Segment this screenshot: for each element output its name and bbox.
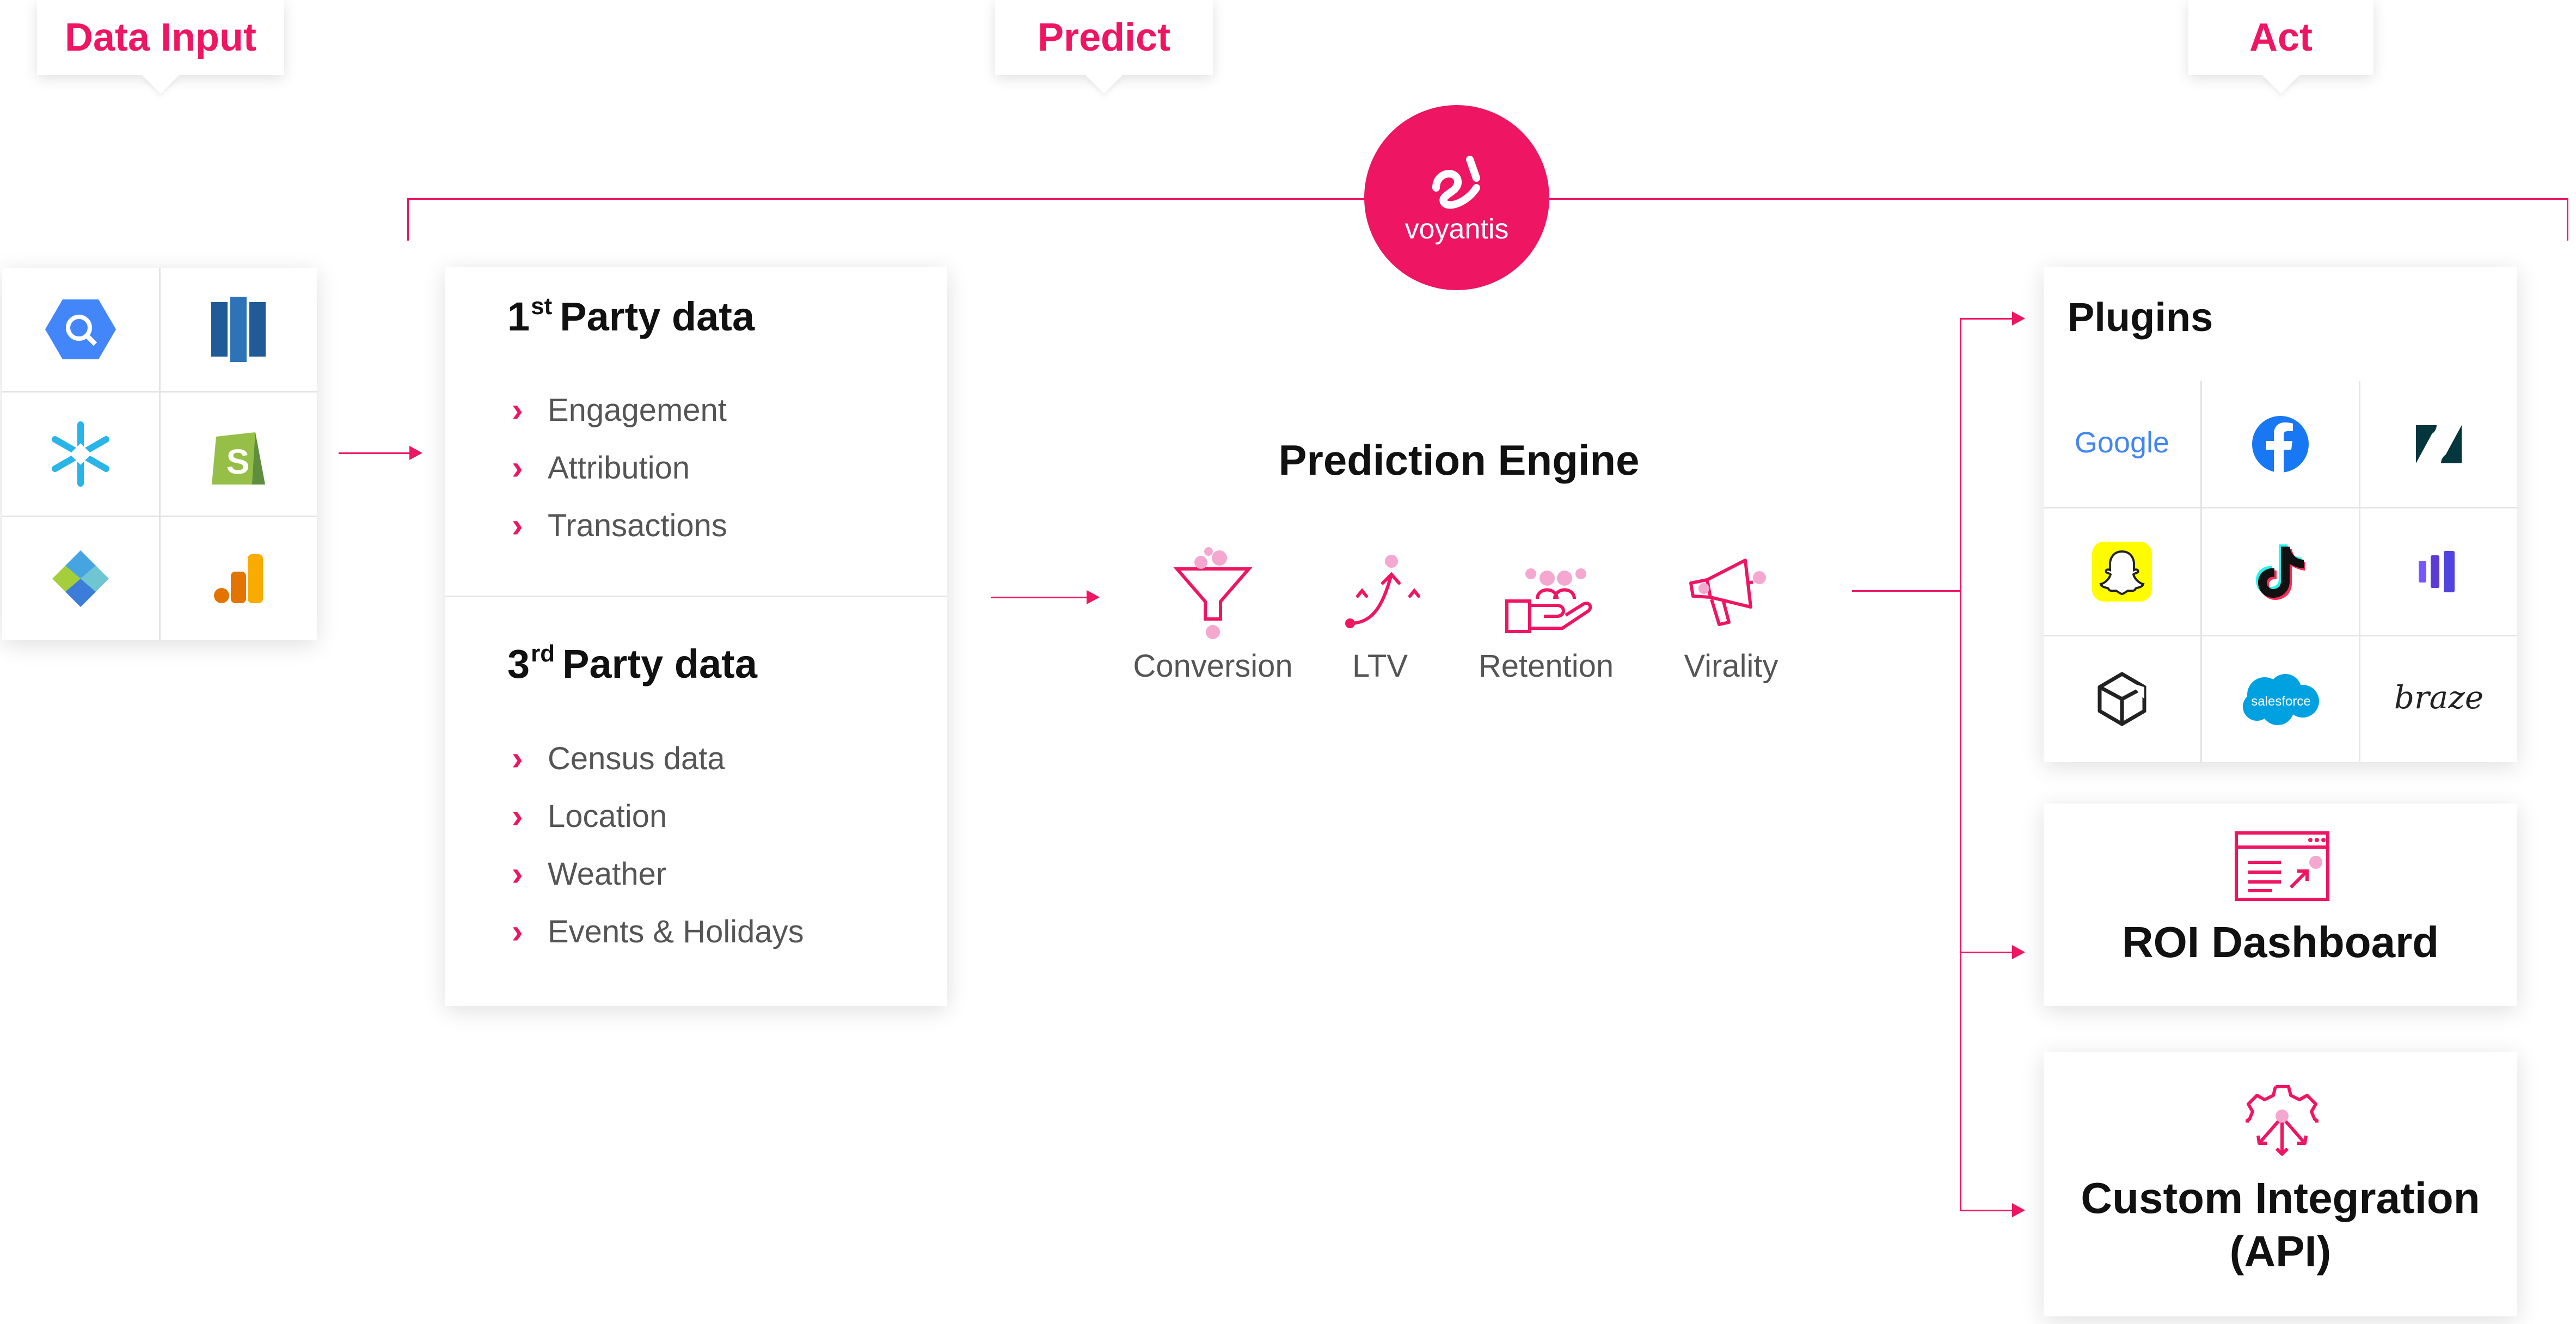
roi-dashboard-title: ROI Dashboard — [2121, 918, 2439, 966]
roi-dashboard-card: ROI Dashboard — [2044, 804, 2517, 1006]
stage-act-text: Act — [2249, 16, 2313, 59]
chevron-right-icon: › — [512, 449, 523, 487]
custom-integration-line2: (API) — [2229, 1227, 2332, 1276]
chevron-right-icon: › — [512, 912, 523, 951]
list-item: › Census data — [512, 730, 804, 787]
list-item-label: Census data — [548, 740, 725, 776]
custom-integration-card: Custom Integration (API) — [2044, 1052, 2517, 1316]
list-item: › Engagement — [512, 381, 727, 439]
list-item-label: Location — [548, 798, 667, 834]
mixpanel-icon — [2360, 508, 2517, 635]
redshift-icon — [160, 268, 317, 391]
prediction-engine-title: Prediction Engine — [1278, 436, 1640, 484]
stage-data-input-text: Data Input — [65, 16, 256, 59]
arrowhead-to-plugins — [2012, 311, 2025, 326]
chevron-right-icon: › — [512, 739, 523, 777]
first-party-sup: st — [531, 293, 553, 320]
snowflake-icon — [2, 393, 159, 516]
unity-icon — [2044, 636, 2200, 762]
list-item-label: Transactions — [548, 507, 727, 543]
voyantis-logo-text: voyantis — [1404, 213, 1509, 245]
chevron-right-icon: › — [512, 797, 523, 835]
branch-to-custom — [1960, 1210, 2014, 1211]
third-party-title: Party data — [562, 641, 757, 686]
arrow-input-to-party — [339, 452, 412, 454]
third-party-heading: 3rd Party data — [507, 640, 757, 687]
list-item: › Attribution — [512, 439, 727, 497]
top-bracket-right-tick — [2567, 198, 2568, 241]
braze-wordmark: braze — [2394, 680, 2483, 716]
engine-item-ltv: LTV — [1352, 648, 1408, 684]
list-item-label: Weather — [548, 856, 667, 892]
tiktok-icon — [2202, 508, 2359, 635]
conversion-icon — [1169, 547, 1256, 640]
first-party-heading: 1st Party data — [507, 293, 755, 340]
snapchat-icon — [2044, 508, 2200, 635]
shopify-icon: S — [160, 393, 317, 516]
stage-predict-label: Predict — [995, 0, 1213, 75]
integration-gear-icon — [2245, 1084, 2319, 1158]
party-divider — [445, 596, 947, 597]
arrowhead-to-custom — [2012, 1203, 2025, 1217]
first-party-number: 1 — [507, 294, 530, 339]
custom-integration-line1: Custom Integration — [2081, 1174, 2480, 1222]
chevron-right-icon: › — [512, 391, 523, 429]
branch-to-roi — [1960, 952, 2014, 953]
chevron-right-icon: › — [512, 506, 523, 544]
svg-text:S: S — [226, 442, 250, 481]
list-item: › Location — [512, 787, 804, 845]
arrowhead-input-to-party — [409, 446, 422, 460]
engine-item-virality: Virality — [1684, 648, 1778, 684]
first-party-list: › Engagement › Attribution › Transactions — [512, 381, 727, 554]
third-party-list: › Census data › Location › Weather › Events … — [512, 730, 804, 960]
list-item: › Events & Holidays — [512, 903, 804, 960]
google-analytics-icon — [160, 517, 317, 640]
plugins-card: Plugins Google salesforce braze — [2044, 267, 2517, 762]
stage-act-label: Act — [2188, 0, 2373, 75]
google-icon: Google — [2044, 381, 2200, 507]
arrowhead-to-roi — [2012, 945, 2025, 959]
data-sources-card: S — [2, 268, 317, 640]
ltv-icon — [1345, 553, 1432, 634]
first-party-title: Party data — [560, 294, 755, 339]
arrow-party-to-engine — [991, 597, 1089, 598]
dashboard-icon — [2234, 831, 2330, 902]
list-item-label: Events & Holidays — [548, 914, 804, 949]
facebook-icon — [2202, 381, 2359, 507]
salesforce-icon: salesforce — [2202, 636, 2359, 762]
braze-icon: braze — [2360, 636, 2517, 762]
engine-item-conversion: Conversion — [1133, 648, 1293, 684]
top-bracket-left-tick — [407, 198, 409, 241]
third-party-number: 3 — [507, 641, 530, 686]
list-item-label: Attribution — [548, 450, 690, 486]
custom-integration-title: Custom Integration (API) — [2044, 1172, 2517, 1278]
virality-icon — [1685, 553, 1772, 629]
salesforce-wordmark: salesforce — [2251, 694, 2310, 709]
plugins-title: Plugins — [2068, 295, 2213, 340]
plugins-grid: Google salesforce braze — [2044, 381, 2517, 762]
arrowhead-party-to-engine — [1087, 590, 1100, 604]
stage-predict-text: Predict — [1037, 16, 1171, 59]
party-data-card: 1st Party data › Engagement › Attribution ›… — [445, 267, 947, 1006]
engine-output-line — [1852, 590, 1961, 592]
third-party-sup: rd — [531, 640, 555, 667]
retention-icon — [1502, 555, 1595, 637]
google-wordmark: Google — [2075, 426, 2169, 459]
voyantis-logo: voyantis — [1364, 105, 1549, 290]
engine-item-retention: Retention — [1478, 648, 1614, 684]
segment-icon — [2, 517, 159, 640]
zendesk-icon — [2360, 381, 2517, 507]
stage-data-input-label: Data Input — [37, 0, 284, 75]
chevron-right-icon: › — [512, 855, 523, 893]
list-item-label: Engagement — [548, 392, 727, 428]
voyantis-mark-icon — [1432, 156, 1480, 209]
output-vertical-line — [1960, 318, 1961, 1211]
list-item: › Transactions — [512, 497, 727, 554]
bigquery-icon — [2, 268, 159, 391]
branch-to-plugins — [1960, 318, 2014, 320]
list-item: › Weather — [512, 845, 804, 903]
data-sources-grid: S — [2, 268, 317, 640]
